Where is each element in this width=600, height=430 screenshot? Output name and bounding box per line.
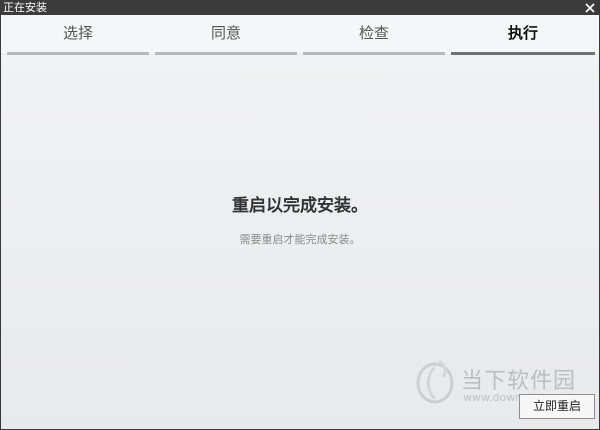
step-select: 选择	[7, 15, 149, 55]
step-label: 同意	[210, 24, 241, 42]
close-icon	[585, 3, 595, 13]
watermark-logo-icon	[416, 359, 454, 404]
installer-window: 正在安装 选择 同意 检查 执行 重启以完成安装。 需要重启才能完成安装。 当下…	[0, 0, 600, 430]
title-bar: 正在安装	[1, 1, 599, 15]
restart-subtitle: 需要重启才能完成安装。	[239, 233, 361, 246]
restart-heading: 重启以完成安装。	[232, 196, 368, 216]
step-label: 选择	[62, 24, 93, 42]
close-button[interactable]	[583, 1, 597, 15]
restart-now-button[interactable]: 立即重启	[519, 394, 595, 419]
step-check: 检查	[303, 15, 445, 55]
step-progress-bar: 选择 同意 检查 执行	[1, 15, 599, 55]
step-label: 执行	[507, 24, 538, 42]
step-label: 检查	[358, 24, 389, 42]
step-agree: 同意	[155, 15, 297, 55]
window-title: 正在安装	[3, 1, 47, 14]
step-execute: 执行	[451, 15, 595, 55]
